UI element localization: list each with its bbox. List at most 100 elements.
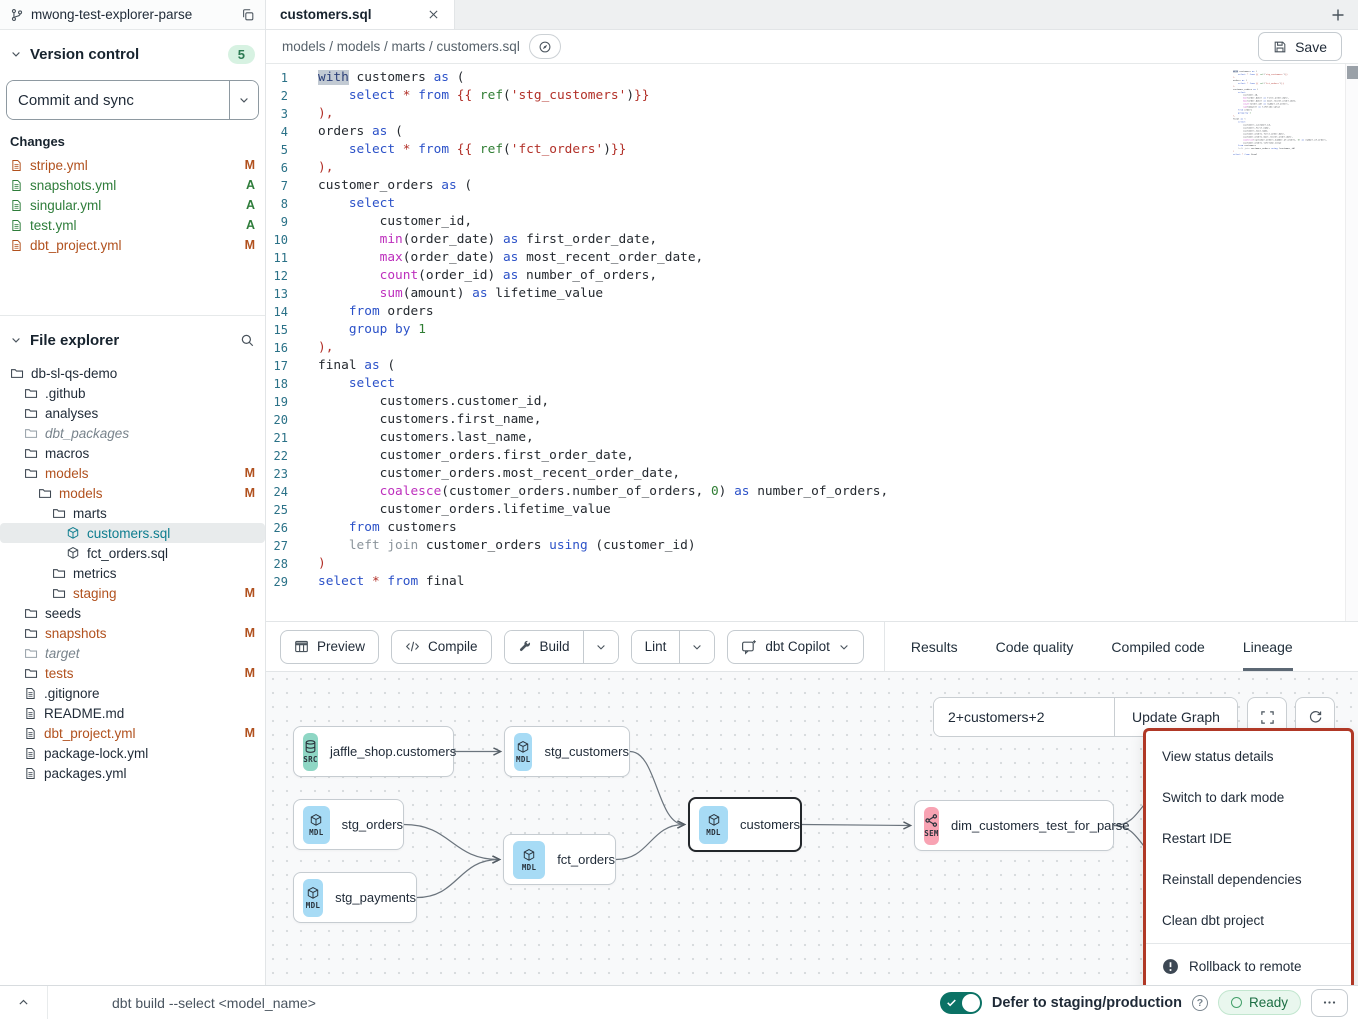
semantic-badge: SEM <box>924 807 939 845</box>
tree-item-dbt-project-yml[interactable]: dbt_project.ymlM <box>0 723 265 743</box>
menu-item-switch-to-dark-mode[interactable]: Switch to dark mode <box>1146 777 1351 818</box>
chevron-down-icon <box>10 48 22 60</box>
tree-item-packages-yml[interactable]: packages.yml <box>0 763 265 783</box>
change-row[interactable]: test.ymlA <box>0 215 265 235</box>
code-icon <box>405 639 420 654</box>
tree-item-models[interactable]: modelsM <box>0 463 265 483</box>
tree-item-status: M <box>245 486 255 500</box>
change-file-name: snapshots.yml <box>30 178 239 193</box>
menu-item-reinstall-dependencies[interactable]: Reinstall dependencies <box>1146 859 1351 900</box>
model-icon <box>306 886 320 900</box>
change-row[interactable]: stripe.ymlM <box>0 155 265 175</box>
minimap[interactable]: 1with customers as (2 select * from {{ r… <box>1230 70 1328 165</box>
file-explorer-header[interactable]: File explorer <box>0 326 265 354</box>
new-tab-button[interactable] <box>1318 0 1358 29</box>
line-number: 14 <box>266 303 300 321</box>
tree-item-analyses[interactable]: analyses <box>0 403 265 423</box>
tab-compiled-code[interactable]: Compiled code <box>1111 622 1204 671</box>
commit-options-button[interactable] <box>229 81 258 119</box>
tree-item-label: tests <box>45 666 238 681</box>
node-label: jaffle_shop.customers <box>330 744 456 759</box>
change-row[interactable]: singular.ymlA <box>0 195 265 215</box>
lineage-node-jaffle-shop-customers[interactable]: SRCjaffle_shop.customers <box>293 726 454 777</box>
node-label: stg_customers <box>544 744 629 759</box>
code-editor[interactable]: 1with customers as (2 select * from {{ r… <box>266 64 1358 622</box>
lineage-node-fct-orders[interactable]: MDLfct_orders <box>503 834 616 885</box>
line-number: 29 <box>266 573 300 591</box>
tree-item-models[interactable]: modelsM <box>0 483 265 503</box>
tab-customers-sql[interactable]: customers.sql <box>266 0 455 29</box>
tree-item-readme-md[interactable]: README.md <box>0 703 265 723</box>
preview-button[interactable]: Preview <box>280 630 379 664</box>
branch-selector[interactable]: mwong-test-explorer-parse <box>0 0 265 30</box>
tree-item-target[interactable]: target <box>0 643 265 663</box>
dbt-copilot-button[interactable]: dbt Copilot <box>727 630 864 664</box>
compile-button[interactable]: Compile <box>391 630 492 664</box>
lineage-node-dim-customers-test-for-parse[interactable]: SEMdim_customers_test_for_parse <box>914 800 1114 851</box>
code-line: 22 customer_orders.first_order_date, <box>266 447 1358 465</box>
menu-item-restart-ide[interactable]: Restart IDE <box>1146 818 1351 859</box>
save-button[interactable]: Save <box>1258 32 1342 61</box>
folder-icon <box>24 446 38 460</box>
node-label: stg_orders <box>342 817 403 832</box>
plus-icon <box>1330 7 1346 23</box>
menu-item-view-status-details[interactable]: View status details <box>1146 736 1351 777</box>
tree-item--github[interactable]: .github <box>0 383 265 403</box>
folder-icon <box>24 606 38 620</box>
line-number: 1 <box>266 69 300 87</box>
badge-label: SEM <box>924 829 938 838</box>
tree-item-staging[interactable]: stagingM <box>0 583 265 603</box>
search-icon[interactable] <box>240 333 255 348</box>
line-number: 22 <box>266 447 300 465</box>
file-icon <box>10 159 23 172</box>
defer-toggle[interactable] <box>940 992 982 1014</box>
menu-item-rollback-to-remote[interactable]: Rollback to remote <box>1146 946 1351 985</box>
explore-lineage-button[interactable] <box>529 34 561 59</box>
change-row[interactable]: snapshots.yml A <box>0 175 265 195</box>
help-icon[interactable]: ? <box>1192 995 1208 1011</box>
lint-options-button[interactable] <box>679 631 714 663</box>
command-input[interactable] <box>112 995 542 1011</box>
lineage-node-stg-payments[interactable]: MDLstg_payments <box>293 872 417 923</box>
build-options-button[interactable] <box>583 631 618 663</box>
lineage-node-customers[interactable]: MDLcustomers <box>688 797 802 852</box>
tree-item-customers-sql[interactable]: customers.sql <box>0 523 265 543</box>
build-button[interactable]: Build <box>505 631 583 663</box>
tree-item-db-sl-qs-demo[interactable]: db-sl-qs-demo <box>0 363 265 383</box>
tree-item-label: .gitignore <box>44 686 255 701</box>
code-line: 26 from customers <box>266 519 1358 537</box>
tab-results[interactable]: Results <box>911 622 958 671</box>
model-badge: MDL <box>699 806 728 844</box>
tab-code-quality[interactable]: Code quality <box>996 622 1074 671</box>
tree-item-marts[interactable]: marts <box>0 503 265 523</box>
close-icon[interactable] <box>427 8 440 21</box>
copy-icon[interactable] <box>241 8 255 22</box>
tree-item-tests[interactable]: testsM <box>0 663 265 683</box>
tree-item--gitignore[interactable]: .gitignore <box>0 683 265 703</box>
line-number: 23 <box>266 465 300 483</box>
menu-item-clean-dbt-project[interactable]: Clean dbt project <box>1146 900 1351 941</box>
lineage-node-stg-orders[interactable]: MDLstg_orders <box>293 799 404 850</box>
commit-and-sync-button[interactable]: Commit and sync <box>7 81 229 119</box>
change-status: A <box>246 178 255 192</box>
tree-item-label: package-lock.yml <box>44 746 255 761</box>
scrollbar-thumb[interactable] <box>1347 66 1358 79</box>
tree-item-fct-orders-sql[interactable]: fct_orders.sql <box>0 543 265 563</box>
tab-lineage[interactable]: Lineage <box>1243 622 1293 671</box>
tree-item-package-lock-yml[interactable]: package-lock.yml <box>0 743 265 763</box>
expand-command-bar-button[interactable] <box>0 986 48 1019</box>
badge-label: MDL <box>522 863 536 872</box>
lineage-node-stg-customers[interactable]: MDLstg_customers <box>504 726 630 777</box>
code-line: 18 select <box>266 375 1358 393</box>
more-options-button[interactable] <box>1311 989 1348 1017</box>
tree-item-metrics[interactable]: metrics <box>0 563 265 583</box>
lint-button[interactable]: Lint <box>632 631 680 663</box>
lineage-selector-input[interactable] <box>934 698 1114 736</box>
tree-item-macros[interactable]: macros <box>0 443 265 463</box>
tree-item-dbt-packages[interactable]: dbt_packages <box>0 423 265 443</box>
tree-item-seeds[interactable]: seeds <box>0 603 265 623</box>
editor-scrollbar[interactable] <box>1345 64 1358 621</box>
change-row[interactable]: dbt_project.ymlM <box>0 235 265 255</box>
tree-item-snapshots[interactable]: snapshotsM <box>0 623 265 643</box>
version-control-header[interactable]: Version control 5 <box>0 40 265 68</box>
